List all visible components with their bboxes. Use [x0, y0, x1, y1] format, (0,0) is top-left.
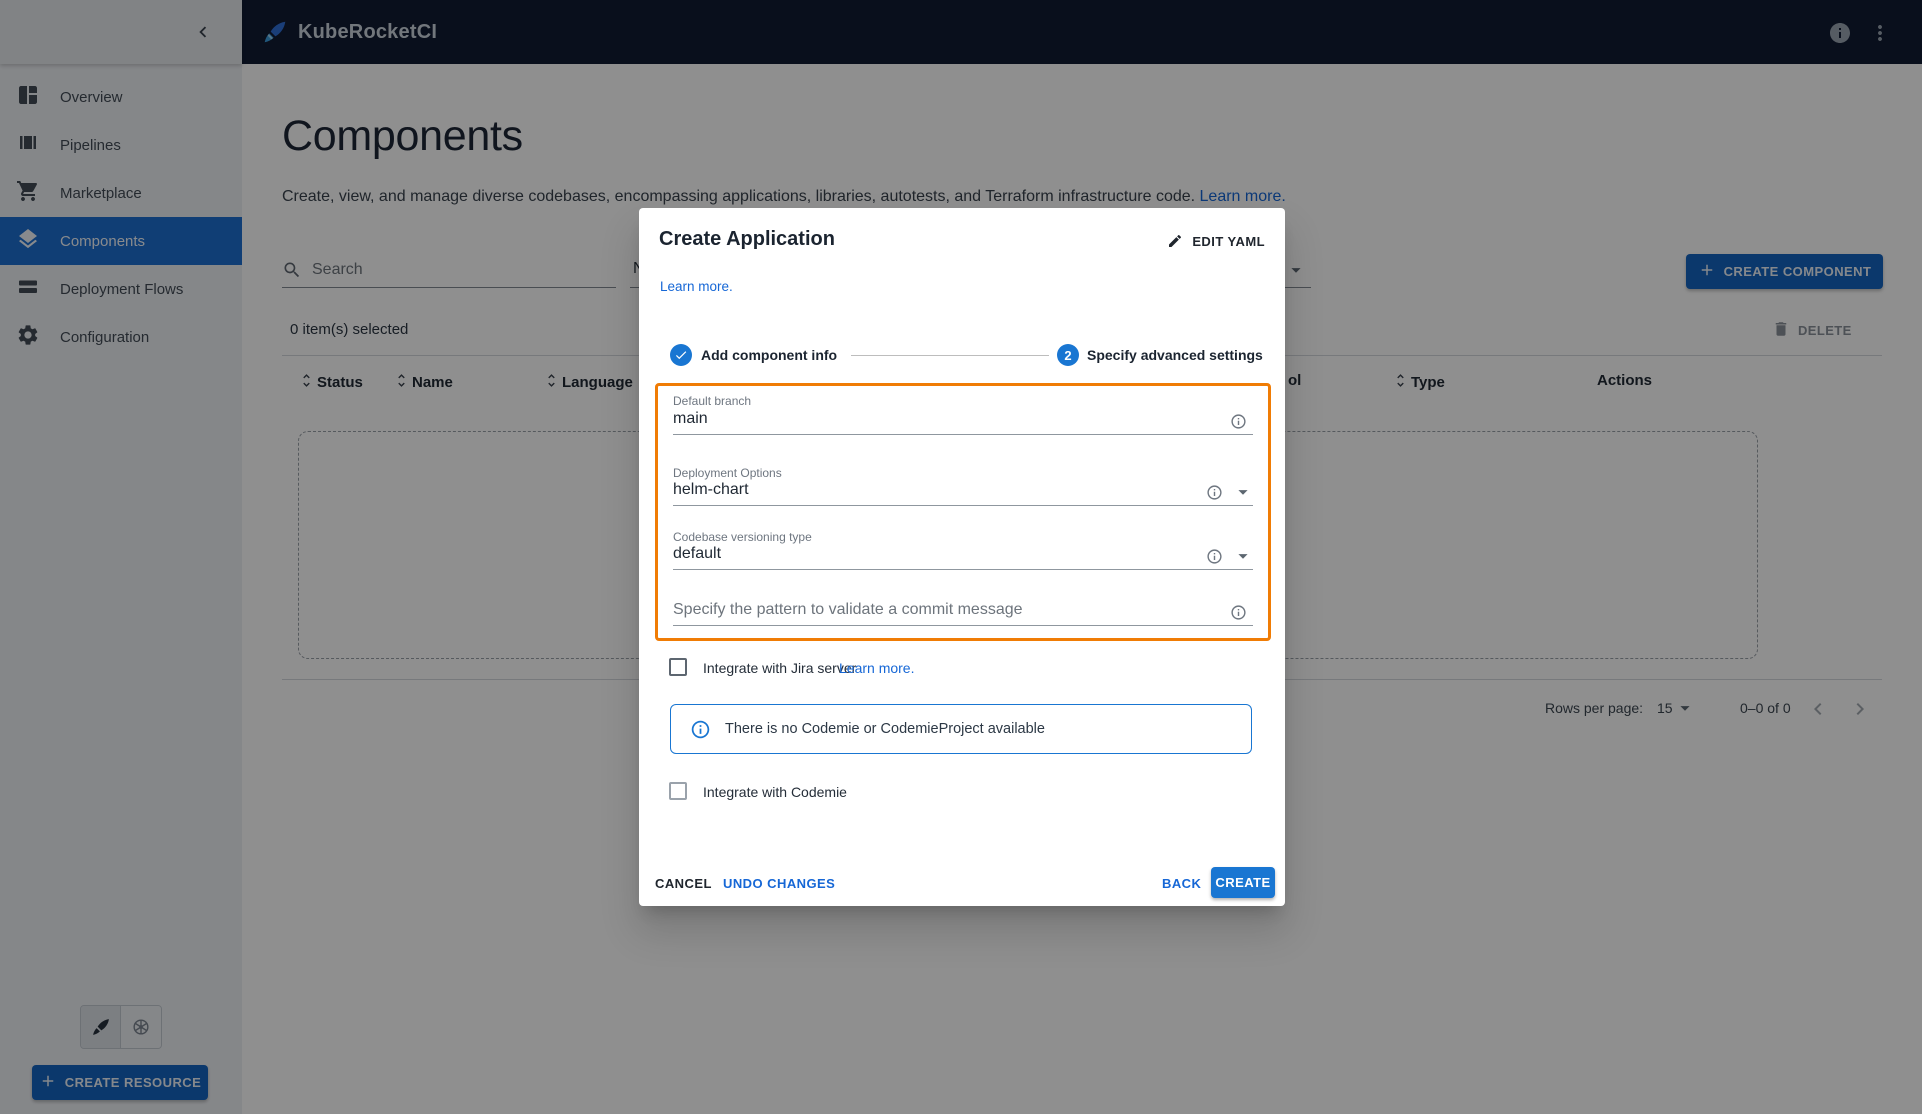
chevron-down-icon[interactable]	[1232, 545, 1254, 572]
jira-checkbox[interactable]	[669, 658, 687, 676]
cancel-button[interactable]: CANCEL	[655, 876, 712, 891]
info-icon[interactable]	[1206, 548, 1223, 570]
codebase-versioning-type-select[interactable]: default	[673, 545, 1253, 570]
codemie-info-alert: There is no Codemie or CodemieProject av…	[670, 704, 1252, 754]
codemie-checkbox[interactable]	[669, 782, 687, 800]
stepper-connector	[851, 355, 1049, 356]
default-branch-label: Default branch	[673, 394, 751, 408]
create-button[interactable]: CREATE	[1211, 867, 1275, 898]
codebase-versioning-type-value: default	[673, 545, 721, 562]
step-1-completed-icon	[670, 344, 692, 366]
info-icon[interactable]	[1206, 484, 1223, 506]
edit-yaml-button[interactable]: EDIT YAML	[1167, 233, 1265, 249]
step-1-label: Add component info	[701, 347, 837, 363]
info-icon[interactable]	[1230, 604, 1247, 626]
info-icon	[690, 719, 711, 740]
deployment-options-label: Deployment Options	[673, 466, 782, 480]
dialog-learn-more-link[interactable]: Learn more.	[660, 279, 733, 294]
jira-learn-more-link[interactable]: Learn more.	[839, 660, 914, 676]
cancel-label: CANCEL	[655, 876, 712, 891]
pencil-icon	[1167, 233, 1183, 249]
create-application-dialog: Create Application EDIT YAML Learn more.…	[639, 208, 1285, 906]
advanced-settings-highlight-box: Default branch Deployment Options helm-c…	[655, 383, 1271, 641]
jira-checkbox-label: Integrate with Jira server	[703, 660, 856, 676]
commit-message-pattern-input[interactable]	[673, 601, 1253, 626]
undo-changes-button[interactable]: UNDO CHANGES	[723, 876, 835, 891]
chevron-down-icon[interactable]	[1232, 481, 1254, 508]
default-branch-input[interactable]	[673, 410, 1253, 435]
step-2-circle: 2	[1057, 344, 1079, 366]
info-icon[interactable]	[1230, 413, 1247, 435]
edit-yaml-label: EDIT YAML	[1192, 234, 1265, 249]
dialog-title: Create Application	[659, 228, 835, 251]
deployment-options-select[interactable]: helm-chart	[673, 481, 1253, 506]
create-label: CREATE	[1215, 875, 1270, 890]
step-2-label: Specify advanced settings	[1087, 347, 1263, 363]
back-label: BACK	[1162, 876, 1201, 891]
app-window: KubeRocketCI Overview Pipelines Marketpl…	[0, 0, 1922, 1114]
undo-changes-label: UNDO CHANGES	[723, 876, 835, 891]
back-button[interactable]: BACK	[1162, 876, 1201, 891]
codebase-versioning-type-label: Codebase versioning type	[673, 530, 812, 544]
step-2-number: 2	[1064, 348, 1071, 363]
alert-text: There is no Codemie or CodemieProject av…	[725, 721, 1045, 737]
deployment-options-value: helm-chart	[673, 481, 749, 498]
codemie-checkbox-label: Integrate with Codemie	[703, 784, 847, 800]
